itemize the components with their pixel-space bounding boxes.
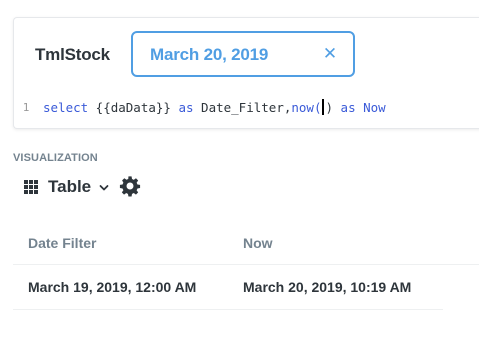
column-header-now[interactable]: Now [243, 235, 273, 251]
results-table: Date Filter Now March 19, 2019, 12:00 AM… [13, 222, 479, 310]
table-row: March 19, 2019, 12:00 AM March 20, 2019,… [13, 265, 443, 310]
date-parameter-value[interactable]: March 20, 2019 [150, 45, 268, 65]
visualization-type-picker[interactable]: Table [24, 175, 109, 199]
column-header-date-filter[interactable]: Date Filter [28, 235, 96, 251]
page: TmlStock March 20, 2019 ✕ 1 select {{daD… [0, 0, 479, 344]
visualization-type-label: Table [48, 177, 92, 196]
code-variable: {{daData}} [88, 100, 179, 115]
code-line[interactable]: select {{daData}} as Date_Filter,now() a… [43, 95, 386, 121]
code-editor[interactable]: 1 select {{daData}} as Date_Filter,now()… [14, 95, 479, 121]
table-cell: March 19, 2019, 12:00 AM [28, 279, 197, 295]
code-alias: Date_Filter, [193, 100, 292, 115]
visualization-section-label: VISUALIZATION [13, 152, 98, 164]
parameter-bar: TmlStock March 20, 2019 ✕ [14, 18, 479, 92]
close-icon[interactable]: ✕ [321, 42, 339, 66]
date-parameter-widget[interactable]: March 20, 2019 ✕ [131, 31, 355, 77]
table-header: Date Filter Now [13, 222, 479, 265]
native-query-editor: TmlStock March 20, 2019 ✕ 1 select {{daD… [13, 17, 479, 129]
code-keyword-as: as [178, 100, 194, 115]
code-keyword-as-2: as [333, 100, 356, 115]
chevron-down-icon [99, 185, 109, 191]
table-cell: March 20, 2019, 10:19 AM [243, 279, 412, 295]
code-paren: ) [325, 100, 334, 115]
code-function: now( [291, 100, 322, 115]
code-alias-now: Now [355, 100, 386, 115]
gear-icon[interactable] [119, 175, 141, 197]
code-keyword-select: select [43, 100, 89, 115]
line-number: 1 [22, 101, 30, 114]
parameter-label: TmlStock [35, 45, 110, 64]
table-grid-icon [24, 180, 38, 194]
